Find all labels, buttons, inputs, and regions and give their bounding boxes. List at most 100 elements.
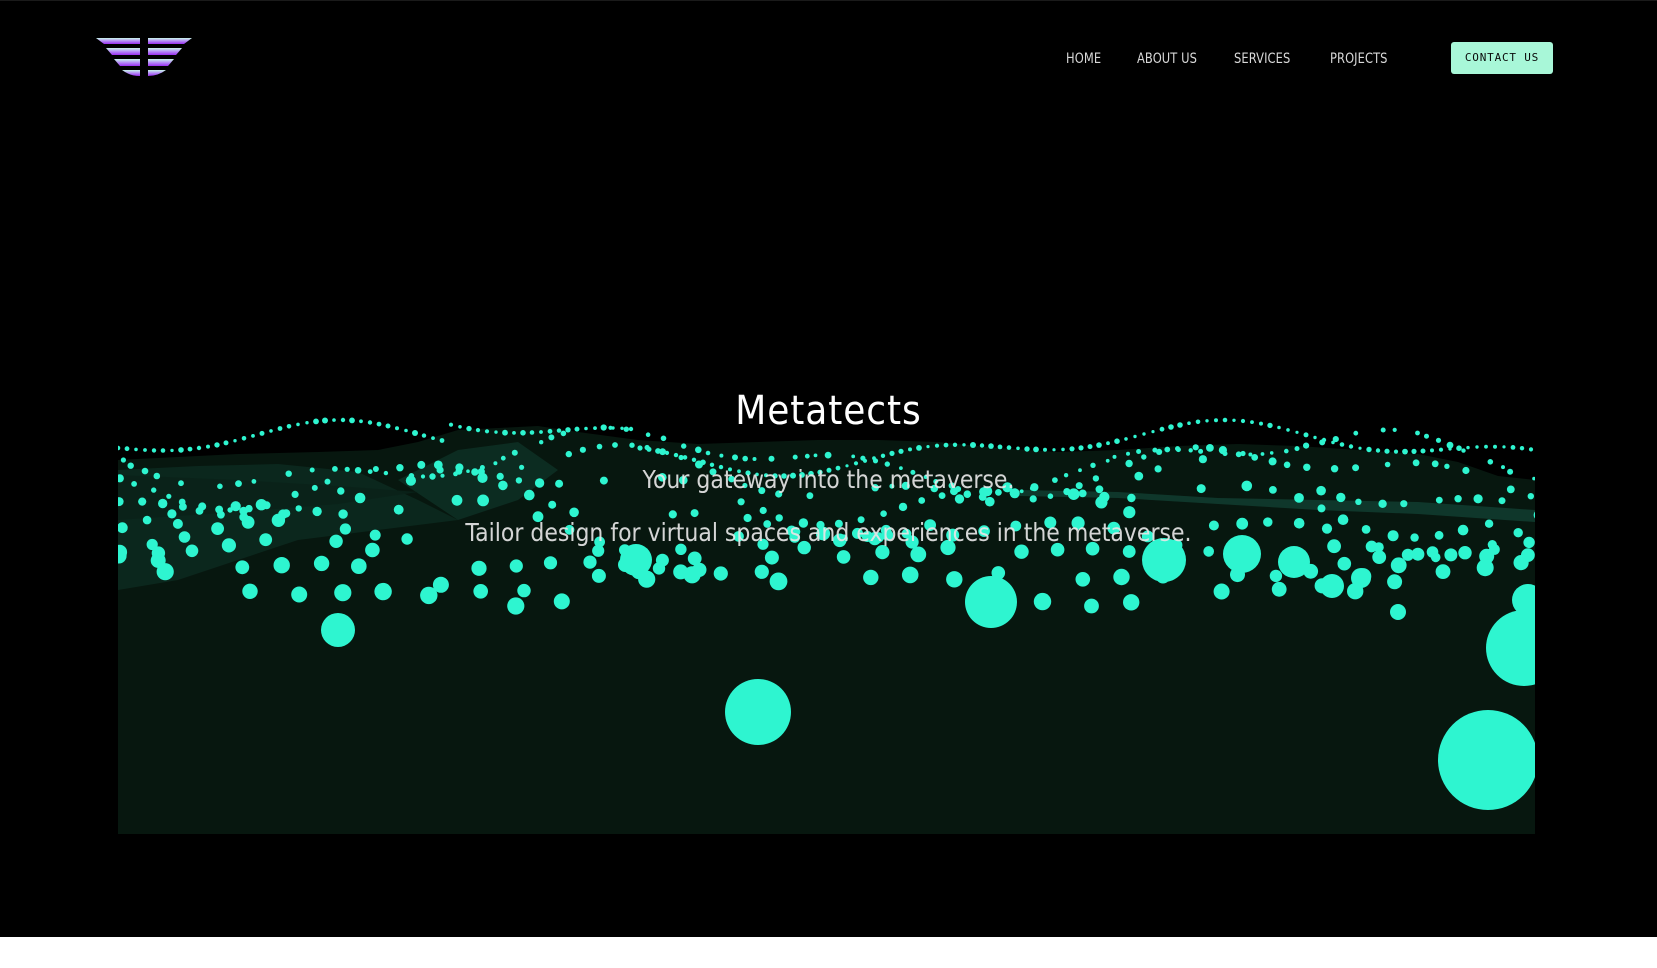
particle-dot xyxy=(151,448,157,453)
particle-dot xyxy=(1351,568,1371,588)
particle-dot xyxy=(946,571,963,588)
particle-dot xyxy=(124,446,130,452)
nav-services[interactable]: SERVICES xyxy=(1234,48,1290,70)
particle-dot xyxy=(1269,451,1274,455)
particle-dot xyxy=(1339,442,1345,447)
particle-dot xyxy=(374,582,392,601)
particle-dot xyxy=(965,576,1017,628)
particle-dot xyxy=(158,498,168,509)
nav-home[interactable]: HOME xyxy=(1066,48,1101,70)
particle-dot xyxy=(1188,448,1193,453)
particle-dot xyxy=(1106,441,1110,446)
particle-dot xyxy=(1198,455,1207,464)
contact-us-button[interactable]: CONTACT US xyxy=(1451,42,1553,74)
particle-dot xyxy=(1126,451,1130,456)
particle-dot xyxy=(539,440,544,445)
particle-dot xyxy=(863,569,879,586)
particle-dot xyxy=(420,586,438,605)
hero-tagline: Your gateway into the metaverse. xyxy=(642,465,1015,494)
particle-dot xyxy=(170,448,174,453)
particle-dot xyxy=(880,510,887,517)
particle-dot xyxy=(548,500,557,509)
particle-dot xyxy=(889,450,895,456)
particle-dot xyxy=(792,454,798,460)
particle-dot xyxy=(1052,448,1056,452)
particle-dot xyxy=(752,457,757,461)
particle-dot xyxy=(1420,448,1426,454)
particle-dot xyxy=(898,502,908,512)
particle-dot xyxy=(1095,496,1108,509)
particle-dot xyxy=(985,496,995,507)
particle-dot xyxy=(1192,444,1199,451)
particle-dot xyxy=(880,453,886,458)
particle-dot xyxy=(1043,447,1047,452)
particle-dot xyxy=(813,453,818,458)
particle-dot xyxy=(334,584,352,602)
particle-dot xyxy=(1426,546,1439,558)
hero-title: Metatects xyxy=(735,388,922,434)
particle-dot xyxy=(242,583,258,599)
particle-dot xyxy=(1075,572,1091,587)
particle-dot xyxy=(910,546,927,563)
nav-projects[interactable]: PROJECTS xyxy=(1330,48,1388,70)
particle-dot xyxy=(1123,594,1140,611)
particle-dot xyxy=(1087,444,1093,450)
particle-dot xyxy=(1438,710,1535,810)
particle-dot xyxy=(233,439,237,443)
particle-dot xyxy=(591,568,606,583)
particle-dot xyxy=(1127,493,1136,503)
particle-dot xyxy=(1510,445,1516,450)
particle-dot xyxy=(901,566,919,584)
particle-dot xyxy=(908,447,912,452)
particle-dot xyxy=(1078,445,1084,451)
top-border xyxy=(0,0,1657,1)
particle-dot xyxy=(713,566,728,581)
particle-dot xyxy=(187,446,193,452)
particle-dot xyxy=(926,445,930,449)
particle-dot xyxy=(1446,441,1454,449)
particle-dot xyxy=(1444,548,1458,562)
particle-dot xyxy=(690,509,699,518)
particle-dot xyxy=(997,444,1003,450)
particle-dot xyxy=(918,497,926,504)
particle-dot xyxy=(764,550,779,565)
particle-dot xyxy=(1400,500,1408,508)
particle-dot xyxy=(1475,445,1479,449)
nav-about-us[interactable]: ABOUT US xyxy=(1137,48,1197,70)
hero-subtitle: Tailor design for virtual spaces and exp… xyxy=(465,518,1192,547)
particle-dot xyxy=(1084,598,1099,614)
particle-dot xyxy=(565,450,572,458)
page: HOME ABOUT US SERVICES PROJECTS CONTACT … xyxy=(0,0,1657,937)
particle-dot xyxy=(1498,497,1506,505)
particle-dot xyxy=(215,505,223,514)
particle-dot xyxy=(1366,446,1372,453)
particle-dot xyxy=(291,586,308,603)
particle-dot xyxy=(1384,448,1390,454)
particle-dot xyxy=(1502,445,1506,449)
particle-dot xyxy=(962,443,966,447)
particle-dot xyxy=(768,455,775,462)
particle-dot xyxy=(732,454,738,461)
particle-dot xyxy=(1411,448,1417,454)
particle-dot xyxy=(134,447,138,452)
particle-dot xyxy=(206,444,210,449)
particle-dot xyxy=(1024,446,1030,452)
particle-dot xyxy=(737,498,745,506)
particle-dot xyxy=(1133,434,1137,439)
particle-dot xyxy=(725,679,791,745)
particle-dot xyxy=(1317,504,1326,513)
particle-dot xyxy=(120,457,126,463)
particle-dot xyxy=(1156,448,1163,455)
particle-dot xyxy=(629,442,635,448)
particle-dot xyxy=(313,555,330,572)
particle-dot xyxy=(509,559,523,573)
particle-dot xyxy=(239,506,248,516)
particle-dot xyxy=(943,442,949,448)
particle-dot xyxy=(1375,448,1381,453)
particle-dot xyxy=(1284,448,1289,454)
particle-dot xyxy=(543,556,558,570)
particle-dot xyxy=(1402,448,1408,455)
particle-dot xyxy=(1123,506,1136,519)
particle-dot xyxy=(1105,458,1110,463)
particle-dot xyxy=(553,593,570,610)
